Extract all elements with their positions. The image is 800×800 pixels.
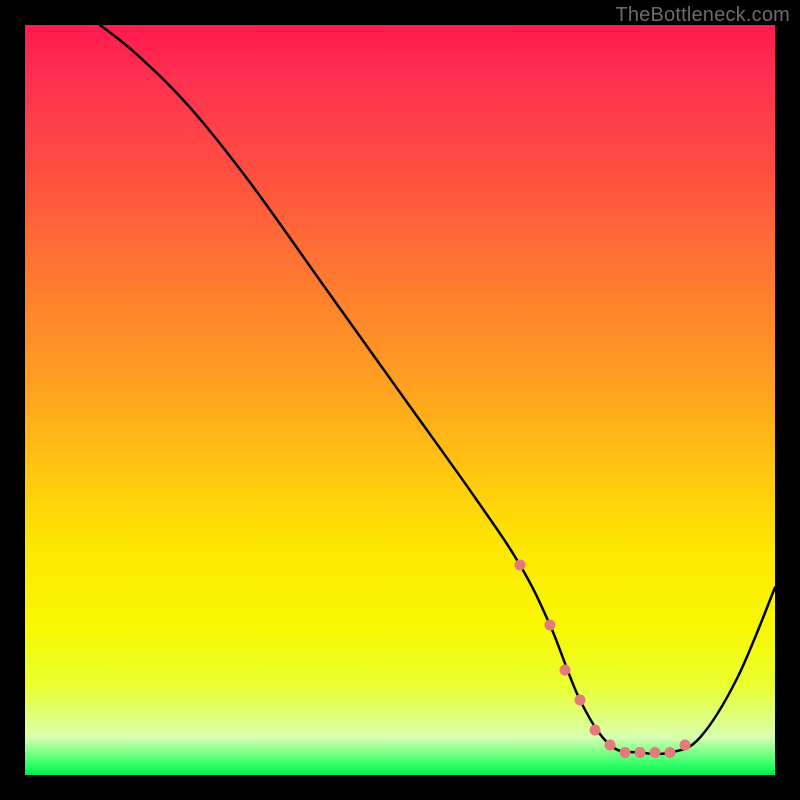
marker-dot <box>650 747 661 758</box>
bottleneck-curve-path <box>100 25 775 754</box>
marker-dot <box>665 747 676 758</box>
marker-dot <box>560 665 571 676</box>
marker-dot <box>575 695 586 706</box>
marker-group <box>515 560 691 759</box>
marker-dot <box>680 740 691 751</box>
marker-dot <box>545 620 556 631</box>
plot-area <box>25 25 775 775</box>
chart-stage: TheBottleneck.com <box>0 0 800 800</box>
curve-layer <box>25 25 775 775</box>
marker-dot <box>635 747 646 758</box>
marker-dot <box>605 740 616 751</box>
marker-dot <box>515 560 526 571</box>
marker-dot <box>620 747 631 758</box>
watermark-text: TheBottleneck.com <box>615 4 790 27</box>
marker-dot <box>590 725 601 736</box>
